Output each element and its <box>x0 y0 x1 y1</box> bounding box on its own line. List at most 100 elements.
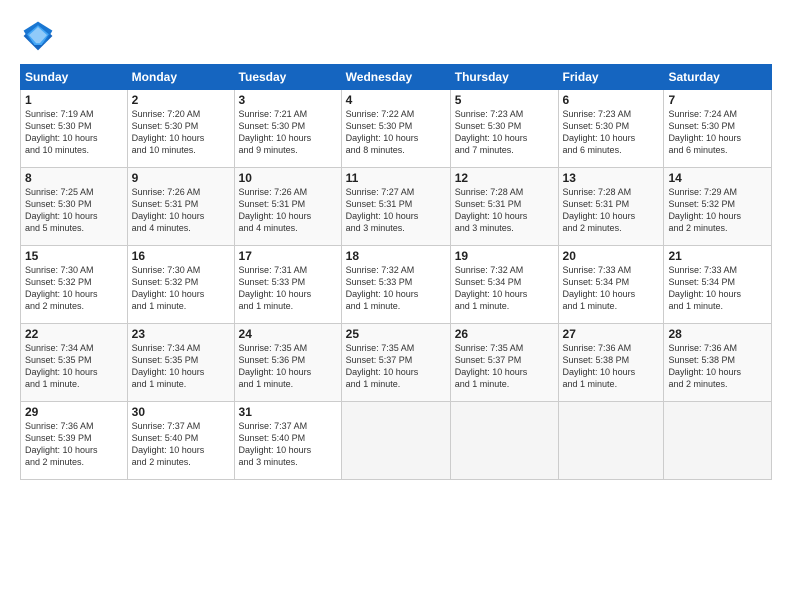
day-number: 7 <box>668 93 767 107</box>
day-number: 27 <box>563 327 660 341</box>
day-cell: 4Sunrise: 7:22 AM Sunset: 5:30 PM Daylig… <box>341 90 450 168</box>
weekday-friday: Friday <box>558 65 664 90</box>
day-cell: 20Sunrise: 7:33 AM Sunset: 5:34 PM Dayli… <box>558 246 664 324</box>
day-cell <box>558 402 664 480</box>
week-row-3: 15Sunrise: 7:30 AM Sunset: 5:32 PM Dayli… <box>21 246 772 324</box>
day-number: 17 <box>239 249 337 263</box>
day-info: Sunrise: 7:35 AM Sunset: 5:36 PM Dayligh… <box>239 342 337 391</box>
day-number: 6 <box>563 93 660 107</box>
day-cell: 5Sunrise: 7:23 AM Sunset: 5:30 PM Daylig… <box>450 90 558 168</box>
day-number: 3 <box>239 93 337 107</box>
day-info: Sunrise: 7:37 AM Sunset: 5:40 PM Dayligh… <box>132 420 230 469</box>
day-cell <box>664 402 772 480</box>
day-number: 13 <box>563 171 660 185</box>
day-info: Sunrise: 7:19 AM Sunset: 5:30 PM Dayligh… <box>25 108 123 157</box>
day-cell: 25Sunrise: 7:35 AM Sunset: 5:37 PM Dayli… <box>341 324 450 402</box>
day-cell <box>341 402 450 480</box>
day-cell: 18Sunrise: 7:32 AM Sunset: 5:33 PM Dayli… <box>341 246 450 324</box>
day-info: Sunrise: 7:20 AM Sunset: 5:30 PM Dayligh… <box>132 108 230 157</box>
day-cell: 2Sunrise: 7:20 AM Sunset: 5:30 PM Daylig… <box>127 90 234 168</box>
day-number: 4 <box>346 93 446 107</box>
week-row-2: 8Sunrise: 7:25 AM Sunset: 5:30 PM Daylig… <box>21 168 772 246</box>
day-info: Sunrise: 7:36 AM Sunset: 5:38 PM Dayligh… <box>668 342 767 391</box>
weekday-tuesday: Tuesday <box>234 65 341 90</box>
day-info: Sunrise: 7:30 AM Sunset: 5:32 PM Dayligh… <box>25 264 123 313</box>
day-info: Sunrise: 7:35 AM Sunset: 5:37 PM Dayligh… <box>455 342 554 391</box>
day-info: Sunrise: 7:24 AM Sunset: 5:30 PM Dayligh… <box>668 108 767 157</box>
day-number: 10 <box>239 171 337 185</box>
day-cell: 12Sunrise: 7:28 AM Sunset: 5:31 PM Dayli… <box>450 168 558 246</box>
day-info: Sunrise: 7:26 AM Sunset: 5:31 PM Dayligh… <box>132 186 230 235</box>
day-number: 18 <box>346 249 446 263</box>
weekday-sunday: Sunday <box>21 65 128 90</box>
day-cell: 28Sunrise: 7:36 AM Sunset: 5:38 PM Dayli… <box>664 324 772 402</box>
day-cell: 10Sunrise: 7:26 AM Sunset: 5:31 PM Dayli… <box>234 168 341 246</box>
calendar: SundayMondayTuesdayWednesdayThursdayFrid… <box>20 64 772 480</box>
day-cell: 22Sunrise: 7:34 AM Sunset: 5:35 PM Dayli… <box>21 324 128 402</box>
day-number: 12 <box>455 171 554 185</box>
day-info: Sunrise: 7:28 AM Sunset: 5:31 PM Dayligh… <box>455 186 554 235</box>
day-cell: 31Sunrise: 7:37 AM Sunset: 5:40 PM Dayli… <box>234 402 341 480</box>
weekday-thursday: Thursday <box>450 65 558 90</box>
day-cell: 1Sunrise: 7:19 AM Sunset: 5:30 PM Daylig… <box>21 90 128 168</box>
day-info: Sunrise: 7:22 AM Sunset: 5:30 PM Dayligh… <box>346 108 446 157</box>
day-cell: 3Sunrise: 7:21 AM Sunset: 5:30 PM Daylig… <box>234 90 341 168</box>
day-number: 31 <box>239 405 337 419</box>
day-cell: 27Sunrise: 7:36 AM Sunset: 5:38 PM Dayli… <box>558 324 664 402</box>
day-info: Sunrise: 7:32 AM Sunset: 5:33 PM Dayligh… <box>346 264 446 313</box>
day-number: 23 <box>132 327 230 341</box>
day-number: 19 <box>455 249 554 263</box>
day-info: Sunrise: 7:31 AM Sunset: 5:33 PM Dayligh… <box>239 264 337 313</box>
day-info: Sunrise: 7:37 AM Sunset: 5:40 PM Dayligh… <box>239 420 337 469</box>
day-number: 14 <box>668 171 767 185</box>
day-number: 15 <box>25 249 123 263</box>
day-info: Sunrise: 7:33 AM Sunset: 5:34 PM Dayligh… <box>563 264 660 313</box>
day-cell: 9Sunrise: 7:26 AM Sunset: 5:31 PM Daylig… <box>127 168 234 246</box>
day-info: Sunrise: 7:23 AM Sunset: 5:30 PM Dayligh… <box>563 108 660 157</box>
day-info: Sunrise: 7:29 AM Sunset: 5:32 PM Dayligh… <box>668 186 767 235</box>
day-number: 9 <box>132 171 230 185</box>
day-cell: 23Sunrise: 7:34 AM Sunset: 5:35 PM Dayli… <box>127 324 234 402</box>
logo-icon <box>20 18 56 54</box>
page: SundayMondayTuesdayWednesdayThursdayFrid… <box>0 0 792 612</box>
day-cell: 21Sunrise: 7:33 AM Sunset: 5:34 PM Dayli… <box>664 246 772 324</box>
day-info: Sunrise: 7:34 AM Sunset: 5:35 PM Dayligh… <box>25 342 123 391</box>
day-number: 16 <box>132 249 230 263</box>
day-cell: 30Sunrise: 7:37 AM Sunset: 5:40 PM Dayli… <box>127 402 234 480</box>
weekday-saturday: Saturday <box>664 65 772 90</box>
day-info: Sunrise: 7:23 AM Sunset: 5:30 PM Dayligh… <box>455 108 554 157</box>
week-row-5: 29Sunrise: 7:36 AM Sunset: 5:39 PM Dayli… <box>21 402 772 480</box>
weekday-monday: Monday <box>127 65 234 90</box>
week-row-4: 22Sunrise: 7:34 AM Sunset: 5:35 PM Dayli… <box>21 324 772 402</box>
day-info: Sunrise: 7:36 AM Sunset: 5:38 PM Dayligh… <box>563 342 660 391</box>
day-info: Sunrise: 7:28 AM Sunset: 5:31 PM Dayligh… <box>563 186 660 235</box>
day-number: 25 <box>346 327 446 341</box>
day-info: Sunrise: 7:27 AM Sunset: 5:31 PM Dayligh… <box>346 186 446 235</box>
day-info: Sunrise: 7:25 AM Sunset: 5:30 PM Dayligh… <box>25 186 123 235</box>
day-info: Sunrise: 7:36 AM Sunset: 5:39 PM Dayligh… <box>25 420 123 469</box>
day-number: 11 <box>346 171 446 185</box>
logo <box>20 18 60 54</box>
day-number: 24 <box>239 327 337 341</box>
day-cell: 7Sunrise: 7:24 AM Sunset: 5:30 PM Daylig… <box>664 90 772 168</box>
day-number: 30 <box>132 405 230 419</box>
day-info: Sunrise: 7:32 AM Sunset: 5:34 PM Dayligh… <box>455 264 554 313</box>
day-number: 22 <box>25 327 123 341</box>
week-row-1: 1Sunrise: 7:19 AM Sunset: 5:30 PM Daylig… <box>21 90 772 168</box>
header <box>20 18 772 54</box>
day-cell: 17Sunrise: 7:31 AM Sunset: 5:33 PM Dayli… <box>234 246 341 324</box>
day-number: 5 <box>455 93 554 107</box>
day-number: 26 <box>455 327 554 341</box>
day-cell: 8Sunrise: 7:25 AM Sunset: 5:30 PM Daylig… <box>21 168 128 246</box>
day-cell: 26Sunrise: 7:35 AM Sunset: 5:37 PM Dayli… <box>450 324 558 402</box>
day-number: 29 <box>25 405 123 419</box>
day-number: 2 <box>132 93 230 107</box>
day-number: 21 <box>668 249 767 263</box>
day-info: Sunrise: 7:34 AM Sunset: 5:35 PM Dayligh… <box>132 342 230 391</box>
day-cell <box>450 402 558 480</box>
day-number: 28 <box>668 327 767 341</box>
day-number: 8 <box>25 171 123 185</box>
day-cell: 29Sunrise: 7:36 AM Sunset: 5:39 PM Dayli… <box>21 402 128 480</box>
day-info: Sunrise: 7:26 AM Sunset: 5:31 PM Dayligh… <box>239 186 337 235</box>
day-cell: 14Sunrise: 7:29 AM Sunset: 5:32 PM Dayli… <box>664 168 772 246</box>
